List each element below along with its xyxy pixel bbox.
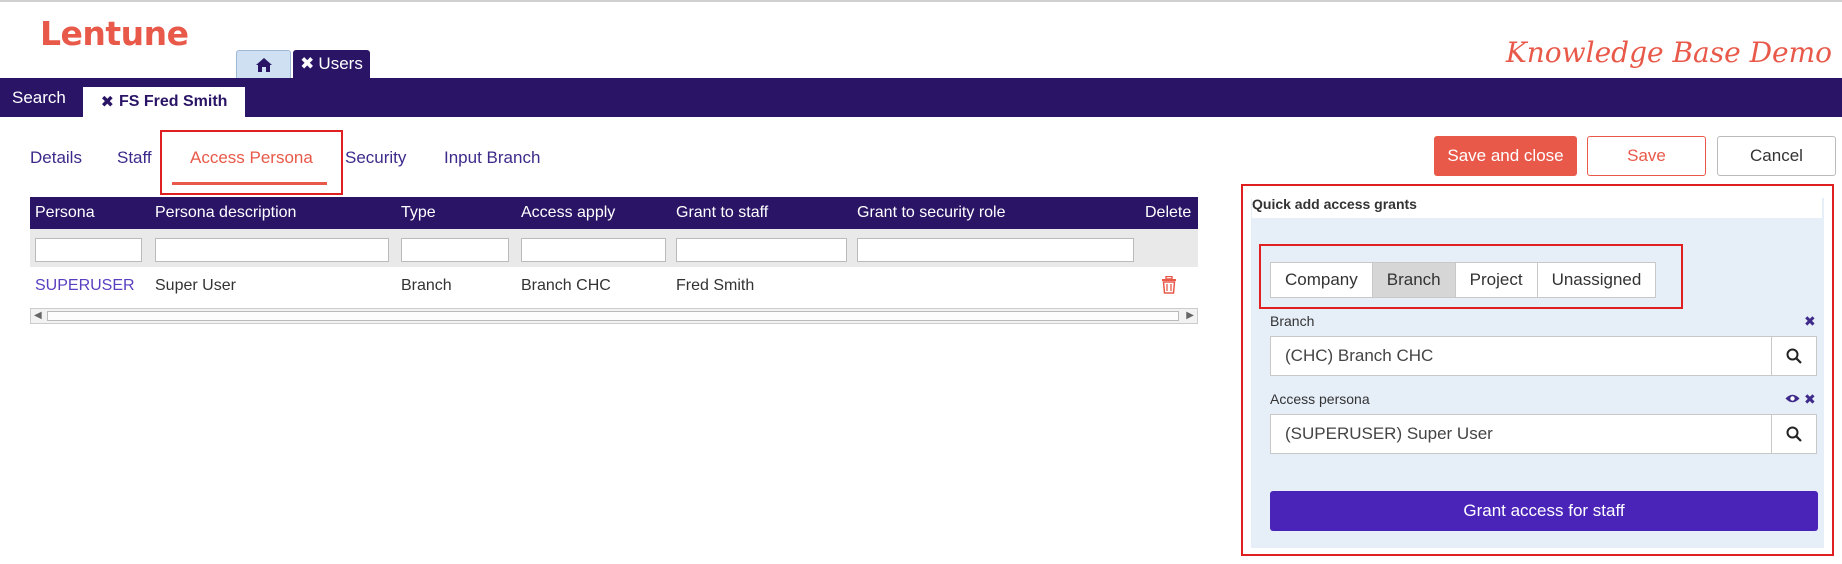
branch-search-button[interactable] xyxy=(1771,337,1816,375)
home-tab[interactable] xyxy=(236,50,291,78)
tab-input-branch[interactable]: Input Branch xyxy=(444,148,540,168)
tab-users-label: Users xyxy=(318,54,363,73)
filter-type[interactable] xyxy=(401,238,509,262)
save-and-close-button[interactable]: Save and close xyxy=(1434,136,1577,176)
tab-security[interactable]: Security xyxy=(345,148,406,168)
tab-users[interactable]: ✖ Users xyxy=(293,50,370,78)
col-access-apply[interactable]: Access apply xyxy=(521,197,615,229)
col-grant-to-security-role[interactable]: Grant to security role xyxy=(857,197,1006,229)
segment-company[interactable]: Company xyxy=(1271,263,1373,297)
record-tab-label: FS Fred Smith xyxy=(118,93,228,110)
clear-persona-icon[interactable]: ✖ xyxy=(1804,391,1816,408)
grant-access-button[interactable]: Grant access for staff xyxy=(1270,491,1818,531)
filter-persona-description[interactable] xyxy=(155,238,389,262)
persona-search-button[interactable] xyxy=(1771,415,1816,453)
cell-access-apply: Branch CHC xyxy=(521,277,611,294)
grid-header: Persona Persona description Type Access … xyxy=(30,197,1198,229)
filter-grant-to-staff[interactable] xyxy=(676,238,847,262)
scroll-left-icon[interactable]: ◀ xyxy=(34,310,42,321)
trash-icon[interactable] xyxy=(1161,276,1177,294)
filter-persona[interactable] xyxy=(35,238,142,262)
home-icon xyxy=(255,57,272,72)
search-icon xyxy=(1786,426,1802,442)
cell-description: Super User xyxy=(155,277,236,294)
scrollbar-thumb[interactable] xyxy=(47,311,1179,321)
cell-persona[interactable]: SUPERUSER xyxy=(35,269,135,303)
table-row[interactable]: SUPERUSER Super User Branch Branch CHC F… xyxy=(30,269,1198,303)
access-persona-value: (SUPERUSER) Super User xyxy=(1285,424,1493,443)
col-grant-to-staff[interactable]: Grant to staff xyxy=(676,197,768,229)
col-persona[interactable]: Persona xyxy=(35,197,95,229)
close-icon[interactable]: ✖ xyxy=(101,92,114,112)
search-icon xyxy=(1786,348,1802,364)
clear-branch-icon[interactable]: ✖ xyxy=(1804,313,1816,330)
filter-grant-to-security-role[interactable] xyxy=(857,238,1134,262)
scroll-right-icon[interactable]: ▶ xyxy=(1186,310,1194,321)
highlight-box-tab xyxy=(160,130,343,195)
nav-bar: Search ✖ FS Fred Smith xyxy=(0,78,1842,117)
top-border xyxy=(0,0,1842,4)
save-button[interactable]: Save xyxy=(1587,136,1706,176)
col-delete: Delete xyxy=(1145,204,1192,221)
scope-segmented-control: Company Branch Project Unassigned xyxy=(1270,262,1657,298)
access-persona-field[interactable]: (SUPERUSER) Super User xyxy=(1270,414,1817,454)
quick-add-title: Quick add access grants xyxy=(1252,196,1822,218)
app-logo: Lentune xyxy=(40,14,189,53)
nav-search[interactable]: Search xyxy=(12,78,66,117)
grid-horizontal-scrollbar[interactable]: ◀ ▶ xyxy=(30,308,1198,324)
grid-filter-row xyxy=(30,229,1198,267)
eye-icon[interactable] xyxy=(1785,393,1800,404)
col-type[interactable]: Type xyxy=(401,197,436,229)
tab-details[interactable]: Details xyxy=(30,148,82,168)
record-tab[interactable]: ✖ FS Fred Smith xyxy=(83,87,245,117)
branch-field[interactable]: (CHC) Branch CHC xyxy=(1270,336,1817,376)
cell-grant-to-staff: Fred Smith xyxy=(676,277,755,294)
cell-type: Branch xyxy=(401,277,452,294)
branch-value: (CHC) Branch CHC xyxy=(1285,346,1434,365)
brand-title: Knowledge Base Demo xyxy=(1505,36,1832,69)
tab-staff[interactable]: Staff xyxy=(117,148,152,168)
branch-label: Branch xyxy=(1270,313,1315,329)
segment-project[interactable]: Project xyxy=(1456,263,1538,297)
close-icon[interactable]: ✖ xyxy=(300,54,314,74)
filter-access-apply[interactable] xyxy=(521,238,666,262)
segment-branch[interactable]: Branch xyxy=(1372,263,1456,297)
access-persona-label: Access persona xyxy=(1270,391,1370,407)
segment-unassigned[interactable]: Unassigned xyxy=(1538,263,1656,297)
col-persona-description[interactable]: Persona description xyxy=(155,197,296,229)
cancel-button[interactable]: Cancel xyxy=(1717,136,1836,176)
